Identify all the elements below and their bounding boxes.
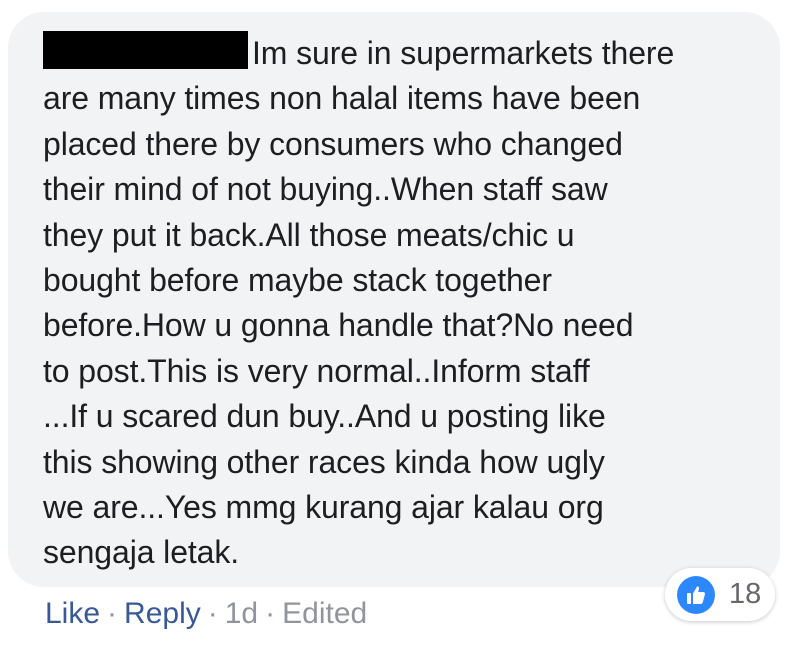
- comment-line: we are...Yes mmg kurang ajar kalau org: [43, 489, 604, 526]
- comment-line: bought before maybe stack together: [43, 262, 552, 299]
- comment-actions: Like · Reply · 1d · Edited: [45, 594, 367, 634]
- thumbs-up-icon: [677, 575, 715, 614]
- comment-line: their mind of not buying..When staff saw: [43, 171, 608, 208]
- comment-line: to post.This is very normal..Inform staf…: [43, 352, 590, 389]
- redacted-author-name: [43, 31, 248, 69]
- comment-line: placed there by consumers who changed: [43, 125, 623, 162]
- reaction-count: 18: [729, 578, 762, 610]
- comment-line: are many times non halal items have been: [43, 80, 641, 117]
- separator: ·: [265, 597, 276, 630]
- reaction-summary[interactable]: 18: [665, 568, 775, 621]
- comment-text: Im sure in supermarkets there are many t…: [43, 31, 755, 576]
- comment-line: ...If u scared dun buy..And u posting li…: [43, 398, 606, 435]
- like-button[interactable]: Like: [45, 597, 100, 630]
- comment-line-text: Im sure in supermarkets there: [252, 35, 675, 71]
- edited-label[interactable]: Edited: [282, 597, 367, 630]
- comment-line: Im sure in supermarkets there: [43, 31, 755, 76]
- separator: ·: [207, 597, 218, 630]
- comment-line: this showing other races kinda how ugly: [43, 443, 605, 480]
- comment-line: they put it back.All those meats/chic u: [43, 216, 575, 253]
- separator: ·: [107, 597, 118, 630]
- timestamp[interactable]: 1d: [225, 597, 258, 630]
- comment-line: before.How u gonna handle that?No need: [43, 307, 634, 344]
- comment-line: sengaja letak.: [43, 534, 240, 571]
- reply-button[interactable]: Reply: [124, 597, 201, 630]
